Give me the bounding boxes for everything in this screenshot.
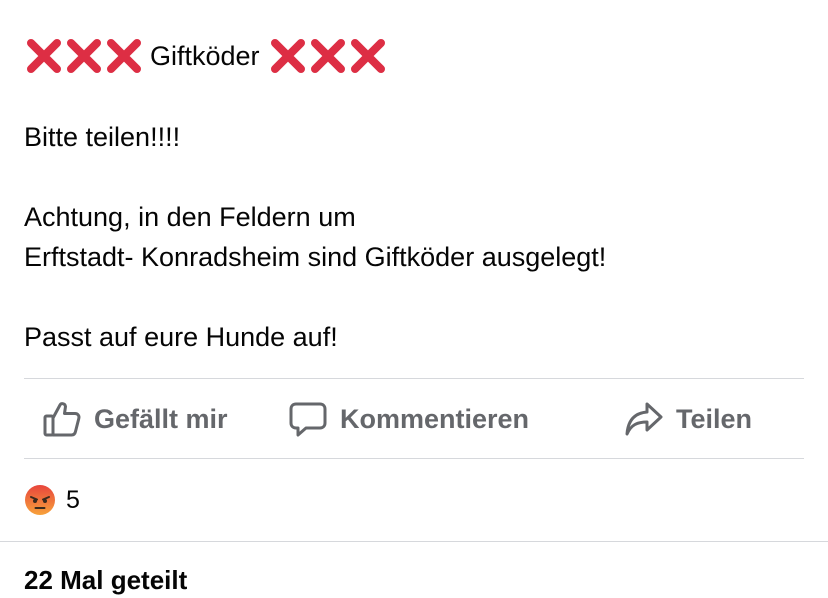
- cross-marks-left: [24, 36, 144, 76]
- action-bar: Gefällt mir Kommentieren Teilen: [24, 380, 804, 458]
- comment-button[interactable]: Kommentieren: [288, 380, 529, 458]
- share-label: Teilen: [676, 403, 753, 434]
- cross-marks-right: [268, 36, 388, 76]
- divider: [0, 541, 828, 542]
- facebook-post: Giftköder Bitte teilen!!!! Achtung, in d…: [0, 0, 828, 598]
- post-line: Bitte teilen!!!!: [24, 122, 181, 152]
- cross-mark-icon: [107, 39, 141, 73]
- post-line: Achtung, in den Feldern um: [24, 202, 356, 232]
- post-title-row: Giftköder: [24, 34, 388, 78]
- reaction-count: 5: [66, 485, 80, 514]
- cross-mark-icon: [310, 39, 345, 73]
- share-count[interactable]: 22 Mal geteilt: [24, 565, 187, 596]
- like-label: Gefällt mir: [94, 403, 228, 434]
- angry-face-icon: [25, 485, 55, 515]
- like-button[interactable]: Gefällt mir: [42, 380, 228, 458]
- cross-mark-icon: [270, 39, 305, 73]
- cross-mark-icon: [350, 39, 385, 73]
- comment-label: Kommentieren: [340, 403, 530, 434]
- divider: [24, 378, 804, 379]
- post-line: Passt auf eure Hunde auf!: [24, 322, 338, 352]
- post-title: Giftköder: [150, 40, 260, 71]
- speech-bubble-icon: [289, 402, 327, 437]
- thumbs-up-icon: [43, 402, 81, 437]
- post-body: Bitte teilen!!!! Achtung, in den Feldern…: [24, 117, 606, 357]
- share-arrow-icon: [625, 402, 663, 436]
- reaction-summary[interactable]: 5: [24, 480, 80, 520]
- cross-mark-icon: [27, 39, 61, 73]
- post-line: Erftstadt- Konradsheim sind Giftköder au…: [24, 242, 607, 272]
- divider: [24, 458, 804, 459]
- cross-mark-icon: [67, 39, 101, 73]
- share-button[interactable]: Teilen: [624, 380, 752, 458]
